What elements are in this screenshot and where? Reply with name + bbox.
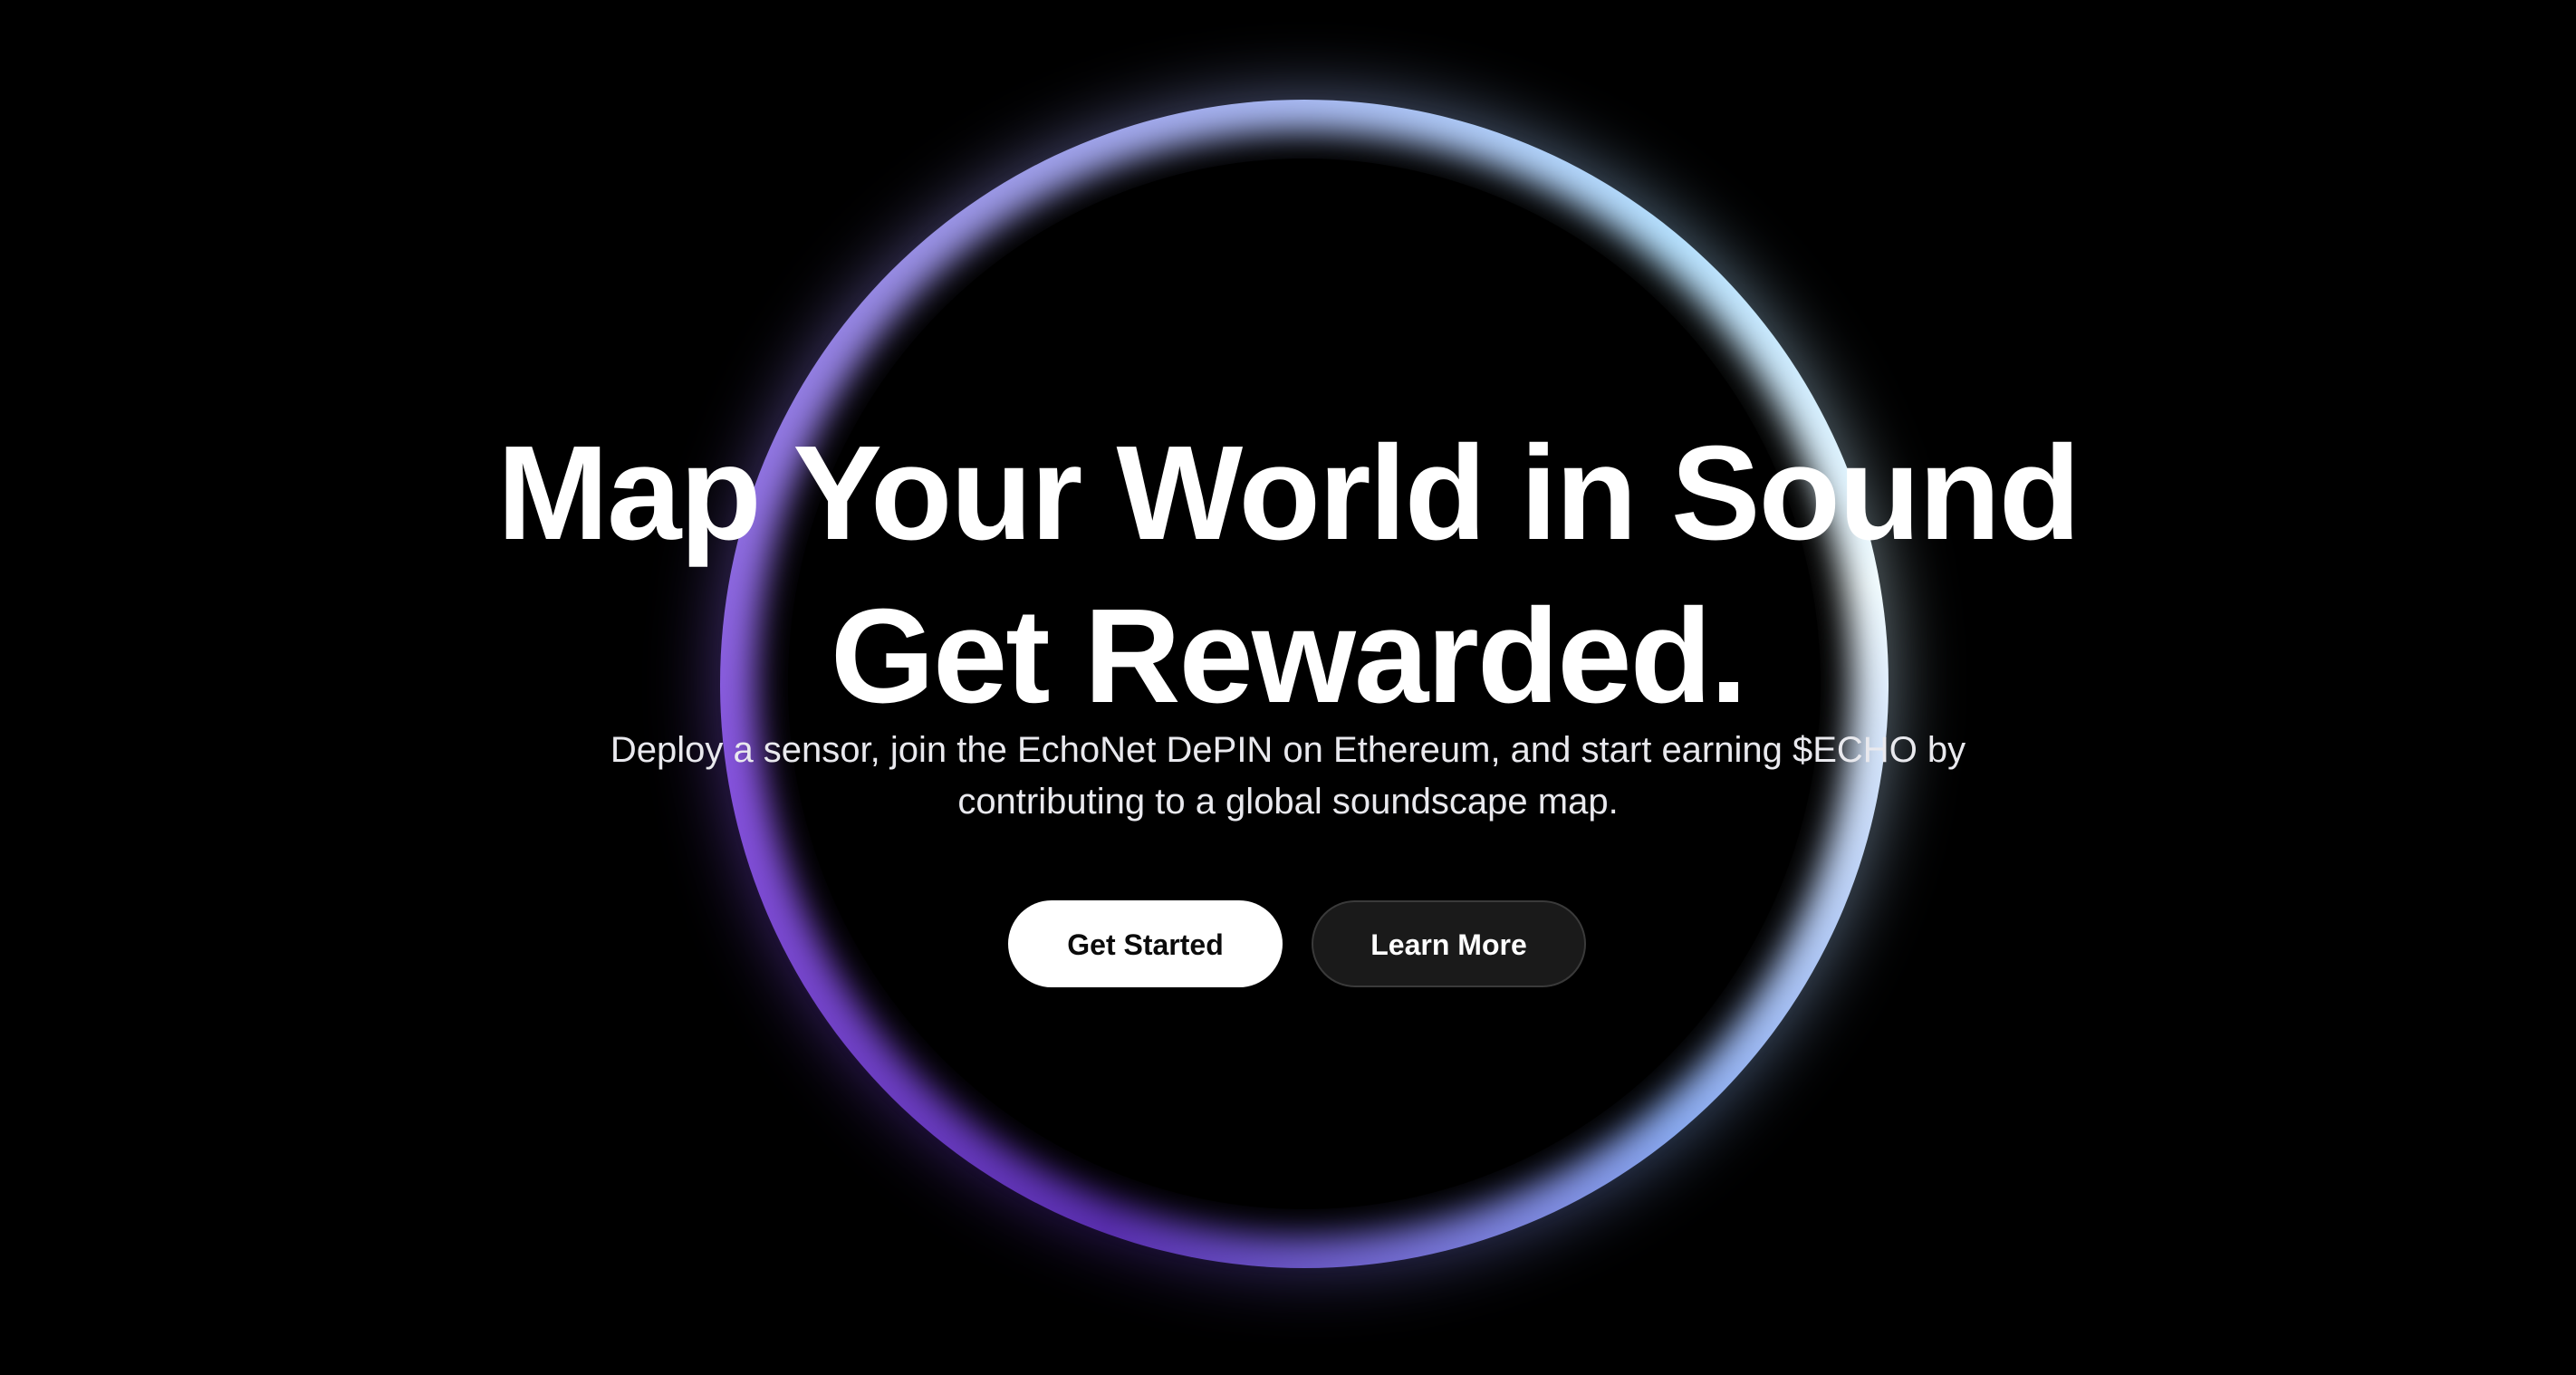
learn-more-button[interactable]: Learn More [1312,900,1586,987]
headline-line-2: Get Rewarded. [830,582,1747,731]
get-started-button[interactable]: Get Started [1008,900,1283,987]
hero-subtitle: Deploy a sensor, join the EchoNet DePIN … [610,730,1966,822]
hero-section: Map Your World in Sound Get Rewarded. De… [0,0,2576,1375]
hero-content: Map Your World in Sound Get Rewarded. De… [0,0,2576,1375]
hero-headline: Map Your World in Sound Get Rewarded. [0,412,2576,738]
headline-line-1: Map Your World in Sound [496,418,2081,568]
